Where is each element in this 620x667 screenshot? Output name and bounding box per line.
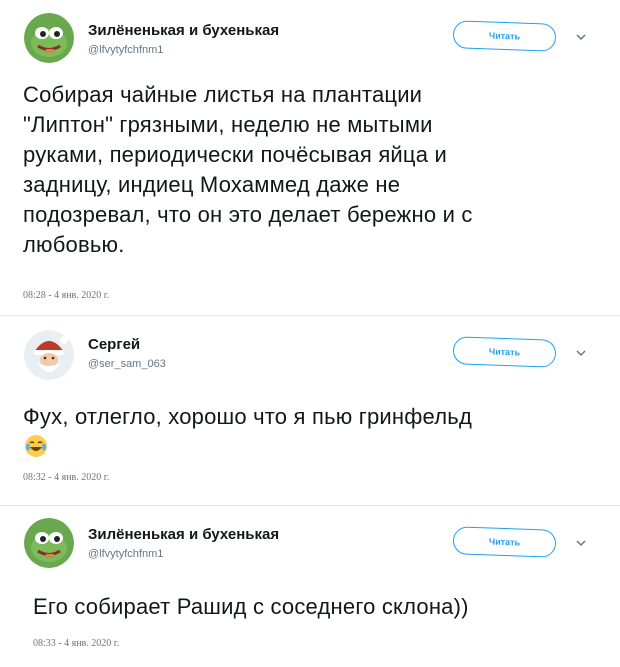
tweet-text-line: руками, периодически почёсывая яйца и xyxy=(23,142,447,167)
laughing-tears-emoji xyxy=(25,435,47,457)
pepe-avatar[interactable] xyxy=(24,13,74,63)
chevron-down-icon[interactable] xyxy=(574,30,588,44)
display-name[interactable]: Сергей xyxy=(88,336,140,353)
tweet-3: Зилёненькая и бухенькая @lfvytyfchfnm1 Ч… xyxy=(0,510,620,667)
chevron-down-icon[interactable] xyxy=(574,536,588,550)
tweet-text: Собирая чайные листья на плантации "Липт… xyxy=(23,80,593,260)
handle[interactable]: @lfvytyfchfnm1 xyxy=(88,44,163,56)
handle[interactable]: @ser_sam_063 xyxy=(88,358,166,370)
follow-button[interactable]: Читать xyxy=(452,526,557,558)
pepe-avatar[interactable] xyxy=(24,518,74,568)
timestamp[interactable]: 08:33 - 4 янв. 2020 г. xyxy=(33,638,119,649)
tweet-text-line: задницу, индиец Мохаммед даже не xyxy=(23,172,401,197)
timestamp[interactable]: 08:28 - 4 янв. 2020 г. xyxy=(23,290,109,301)
tweet-text: Фух, отлегло, хорошо что я пью гринфельд xyxy=(23,402,593,432)
divider xyxy=(0,315,620,316)
tweet-1: Зилёненькая и бухенькая @lfvytyfchfnm1 Ч… xyxy=(0,0,620,310)
display-name[interactable]: Зилёненькая и бухенькая xyxy=(88,526,279,543)
handle[interactable]: @lfvytyfchfnm1 xyxy=(88,548,163,560)
divider xyxy=(0,505,620,506)
tweet-text-line: Собирая чайные листья на плантации xyxy=(23,82,423,107)
follow-button[interactable]: Читать xyxy=(452,336,557,368)
tweet-2: Сергей @ser_sam_063 Читать Фух, отлегло,… xyxy=(0,322,620,502)
tweet-text-line: "Липтон" грязными, неделю не мытыми xyxy=(23,112,433,137)
chevron-down-icon[interactable] xyxy=(574,346,588,360)
tweet-text-line: Его собирает Рашид с соседнего склона)) xyxy=(33,594,469,619)
follow-button[interactable]: Читать xyxy=(452,20,557,52)
tweet-text-line: любовью. xyxy=(23,232,125,257)
tweet-text-line: подозревал, что он это делает бережно и … xyxy=(23,202,473,227)
timestamp[interactable]: 08:32 - 4 янв. 2020 г. xyxy=(23,472,109,483)
santa-avatar[interactable] xyxy=(24,330,74,380)
display-name[interactable]: Зилёненькая и бухенькая xyxy=(88,22,279,39)
tweet-text-line: Фух, отлегло, хорошо что я пью гринфельд xyxy=(23,404,472,429)
tweet-text: Его собирает Рашид с соседнего склона)) xyxy=(33,592,603,622)
